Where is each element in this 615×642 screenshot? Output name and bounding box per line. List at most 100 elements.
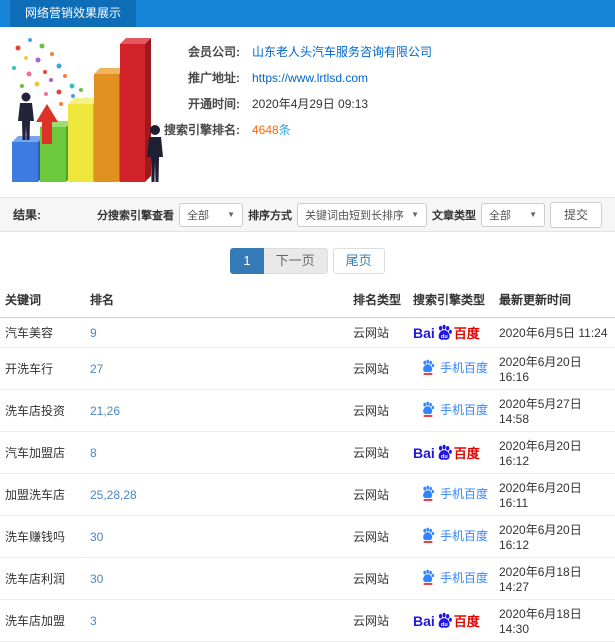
page: { "header": { "title": "网络营销效果展示" }, "in… xyxy=(0,0,615,642)
filter-controls: 分搜索引擎查看 全部 ▼ 排序方式 关键词由短到长排序 ▼ 文章类型 全部 ▼ … xyxy=(97,201,602,228)
sort-order-label: 排序方式 xyxy=(248,209,293,222)
rank-type-cell: 云网站 xyxy=(348,317,408,348)
sort-order-select[interactable]: 关键词由短到长排序 ▼ xyxy=(297,202,427,227)
open-time-label: 开通时间: xyxy=(188,97,240,111)
rank-cell: 9 xyxy=(85,317,348,348)
baidu-paw-icon xyxy=(423,569,435,585)
keyword-cell: 洗车店投资 xyxy=(0,389,85,432)
result-label: 结果: xyxy=(13,208,41,222)
engine-cell: 手机百度 xyxy=(408,389,494,432)
rank-type-cell: 云网站 xyxy=(348,473,408,516)
article-type-label: 文章类型 xyxy=(431,209,476,222)
updated-cell: 2020年5月27日 14:58 xyxy=(494,389,615,432)
keyword-cell: 洗车店加盟 xyxy=(0,599,85,642)
rank-cell: 25,28,28 xyxy=(85,473,348,516)
page-title-tab: 网络营销效果展示 xyxy=(10,0,137,27)
rank-value-link[interactable]: 30 xyxy=(90,530,103,544)
header-rank: 排名 xyxy=(85,282,348,318)
mobile-baidu-logo: 手机百度 xyxy=(421,527,488,544)
table-header-row: 关键词 排名 排名类型 搜索引擎类型 最新更新时间 xyxy=(0,282,615,318)
baidu-logo: Bai du 百度 xyxy=(413,612,480,630)
updated-cell: 2020年6月20日 16:11 xyxy=(494,473,615,516)
promo-url-link[interactable]: https://www.lrtlsd.com xyxy=(252,65,368,91)
rank-value-link[interactable]: 30 xyxy=(90,572,103,586)
rank-value-link[interactable]: 8 xyxy=(90,446,97,460)
rank-cell: 21,26 xyxy=(85,389,348,432)
article-type-value: 全部 xyxy=(488,209,511,222)
submit-button[interactable]: 提交 xyxy=(549,201,602,228)
rank-value-link[interactable]: 3 xyxy=(90,614,97,628)
ranking-unit: 条 xyxy=(278,123,291,137)
member-company-label: 会员公司: xyxy=(188,45,240,59)
updated-cell: 2020年6月5日 11:24 xyxy=(494,317,615,348)
table-row: 洗车店利润 30 云网站 手机百度 2020年6月18日 14:27 xyxy=(0,557,615,600)
page-1-button[interactable]: 1 xyxy=(230,248,264,274)
updated-cell: 2020年6月20日 16:12 xyxy=(494,431,615,474)
engine-cell: 手机百度 xyxy=(408,515,494,558)
mobile-baidu-logo: 手机百度 xyxy=(421,569,488,586)
last-page-button[interactable]: 尾页 xyxy=(332,248,385,274)
svg-text:du: du xyxy=(441,622,448,628)
chevron-down-icon: ▼ xyxy=(529,210,537,219)
engine-cell: 手机百度 xyxy=(408,347,494,390)
mobile-baidu-logo: 手机百度 xyxy=(421,485,488,502)
member-company-link[interactable]: 山东老人头汽车服务咨询有限公司 xyxy=(252,39,432,65)
table-row: 洗车店加盟 3 云网站 Bai du 百度 2020年6月18日 14:30 xyxy=(0,599,615,642)
mobile-baidu-logo: 手机百度 xyxy=(421,401,488,418)
ranking-count: 4648 xyxy=(252,123,279,137)
rank-type-cell: 云网站 xyxy=(348,389,408,432)
promo-url-row: 推广地址: https://www.lrtlsd.com xyxy=(0,65,615,91)
header-bar: 网络营销效果展示 xyxy=(0,0,615,27)
promo-url-label: 推广地址: xyxy=(188,71,240,85)
rank-value-link[interactable]: 27 xyxy=(90,362,103,376)
baidu-paw-icon: du xyxy=(438,612,452,628)
header-keyword: 关键词 xyxy=(0,282,85,318)
sort-order-value: 关键词由短到长排序 xyxy=(305,209,405,222)
rank-value-link[interactable]: 25,28,28 xyxy=(90,488,137,502)
updated-cell: 2020年6月18日 14:30 xyxy=(494,599,615,642)
results-table: 关键词 排名 排名类型 搜索引擎类型 最新更新时间 汽车美容 9 云网站 Bai… xyxy=(0,282,615,642)
keyword-cell: 洗车店利润 xyxy=(0,557,85,600)
updated-cell: 2020年6月18日 14:27 xyxy=(494,557,615,600)
engine-cell: 手机百度 xyxy=(408,473,494,516)
engine-cell: Bai du 百度 xyxy=(408,431,494,474)
baidu-paw-icon: du xyxy=(438,324,452,340)
rank-value-link[interactable]: 21,26 xyxy=(90,404,120,418)
keyword-cell: 开洗车行 xyxy=(0,347,85,390)
engine-view-label: 分搜索引擎查看 xyxy=(97,209,175,222)
chevron-down-icon: ▼ xyxy=(227,210,236,219)
table-row: 加盟洗车店 25,28,28 云网站 手机百度 2020年6月20日 16:11 xyxy=(0,473,615,516)
rank-cell: 27 xyxy=(85,347,348,390)
engine-view-select[interactable]: 全部 ▼ xyxy=(179,202,244,227)
baidu-paw-icon: du xyxy=(438,444,452,460)
member-company-row: 会员公司: 山东老人头汽车服务咨询有限公司 xyxy=(0,39,615,65)
next-page-button[interactable]: 下一页 xyxy=(263,248,328,274)
header-rank-type: 排名类型 xyxy=(348,282,408,318)
baidu-paw-icon xyxy=(423,359,435,375)
rank-cell: 8 xyxy=(85,431,348,474)
baidu-logo: Bai du 百度 xyxy=(413,324,480,342)
account-info: 会员公司: 山东老人头汽车服务咨询有限公司 推广地址: https://www.… xyxy=(0,27,615,143)
rank-cell: 3 xyxy=(85,599,348,642)
svg-text:du: du xyxy=(441,454,448,460)
mobile-baidu-logo: 手机百度 xyxy=(421,359,488,376)
rank-cell: 30 xyxy=(85,557,348,600)
table-row: 汽车加盟店 8 云网站 Bai du 百度 2020年6月20日 16:12 xyxy=(0,431,615,474)
table-body: 汽车美容 9 云网站 Bai du 百度 2020年6月5日 11:24 开洗车行 … xyxy=(0,317,615,642)
table-row: 汽车美容 9 云网站 Bai du 百度 2020年6月5日 11:24 xyxy=(0,317,615,348)
header-updated: 最新更新时间 xyxy=(494,282,615,318)
baidu-paw-icon xyxy=(423,527,435,543)
search-ranking-value: 4648条 xyxy=(252,117,291,143)
svg-text:du: du xyxy=(441,334,448,340)
updated-cell: 2020年6月20日 16:12 xyxy=(494,515,615,558)
keyword-cell: 加盟洗车店 xyxy=(0,473,85,516)
rank-value-link[interactable]: 9 xyxy=(90,326,97,340)
rank-type-cell: 云网站 xyxy=(348,599,408,642)
baidu-paw-icon xyxy=(423,485,435,501)
pagination: 1 下一页 尾页 xyxy=(0,248,615,274)
search-ranking-row: 搜索引擎排名: 4648条 xyxy=(0,117,615,143)
open-time-value: 2020年4月29日 09:13 xyxy=(252,97,369,111)
article-type-select[interactable]: 全部 ▼ xyxy=(480,202,545,227)
rank-type-cell: 云网站 xyxy=(348,431,408,474)
chevron-down-icon: ▼ xyxy=(411,210,419,219)
